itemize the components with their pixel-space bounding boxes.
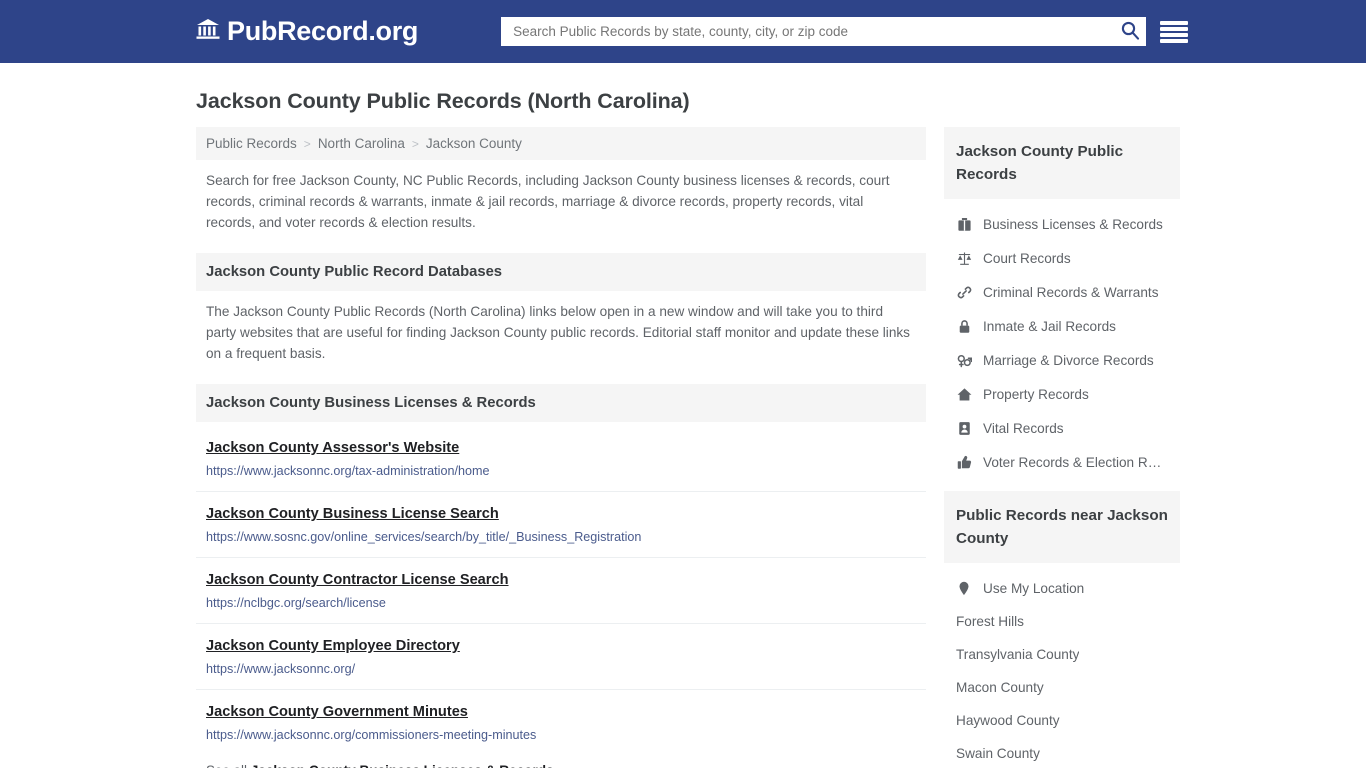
site-header: PubRecord.org bbox=[0, 0, 1366, 63]
sidebar-item-label: Macon County bbox=[956, 680, 1044, 695]
records-links-list: Business Licenses & Records Court Record… bbox=[944, 199, 1180, 479]
sidebar-item-business-licenses[interactable]: Business Licenses & Records bbox=[944, 207, 1180, 241]
sidebar-item-label: Court Records bbox=[983, 250, 1071, 266]
balance-scale-icon bbox=[956, 250, 972, 266]
sidebar-item-criminal-records[interactable]: Criminal Records & Warrants bbox=[944, 275, 1180, 309]
link-url[interactable]: https://www.jacksonnc.org/commissioners-… bbox=[206, 727, 916, 743]
search-input[interactable] bbox=[511, 17, 1121, 46]
hamburger-menu-icon[interactable] bbox=[1160, 20, 1189, 43]
breadcrumb: Public Records > North Carolina > Jackso… bbox=[196, 127, 926, 160]
search-box[interactable] bbox=[501, 17, 1147, 46]
map-pin-icon bbox=[956, 580, 972, 596]
sidebar-item-swain-county[interactable]: Swain County bbox=[944, 737, 1180, 768]
sidebar-item-label: Transylvania County bbox=[956, 647, 1080, 662]
see-all-prefix: See all bbox=[206, 763, 247, 768]
link-title[interactable]: Jackson County Assessor's Website bbox=[206, 440, 459, 456]
sidebar-item-voter-records[interactable]: Voter Records & Election R… bbox=[944, 445, 1180, 479]
sidebar-item-haywood-county[interactable]: Haywood County bbox=[944, 704, 1180, 737]
see-all-row: See all Jackson County Business Licenses… bbox=[196, 755, 926, 768]
sidebar-item-vital-records[interactable]: Vital Records bbox=[944, 411, 1180, 445]
link-title[interactable]: Jackson County Business License Search bbox=[206, 506, 499, 522]
intro-paragraph: Search for free Jackson County, NC Publi… bbox=[206, 173, 890, 230]
sidebar: Jackson County Public Records Business L… bbox=[944, 127, 1180, 768]
sidebar-item-marriage-divorce-records[interactable]: Marriage & Divorce Records bbox=[944, 343, 1180, 377]
sidebar-item-label: Marriage & Divorce Records bbox=[983, 352, 1154, 368]
briefcase-icon bbox=[956, 216, 972, 232]
breadcrumb-item-north-carolina[interactable]: North Carolina bbox=[318, 136, 405, 151]
site-logo-text: PubRecord.org bbox=[227, 16, 419, 46]
breadcrumb-separator: > bbox=[303, 136, 311, 151]
content-columns: Public Records > North Carolina > Jackso… bbox=[196, 127, 1180, 768]
sidebar-item-label: Criminal Records & Warrants bbox=[983, 284, 1159, 300]
sidebar-item-transylvania-county[interactable]: Transylvania County bbox=[944, 638, 1180, 671]
link-url[interactable]: https://www.jacksonnc.org/tax-administra… bbox=[206, 463, 916, 479]
sidebar-item-court-records[interactable]: Court Records bbox=[944, 241, 1180, 275]
search-button[interactable] bbox=[1120, 20, 1140, 43]
panel-title: Jackson County Public Records bbox=[944, 127, 1180, 199]
sidebar-item-macon-county[interactable]: Macon County bbox=[944, 671, 1180, 704]
thumbs-up-icon bbox=[956, 454, 972, 470]
panel-title: Public Records near Jackson County bbox=[944, 491, 1180, 563]
link-title[interactable]: Jackson County Employee Directory bbox=[206, 638, 460, 654]
chain-link-icon bbox=[956, 284, 972, 300]
link-url[interactable]: https://nclbgc.org/search/license bbox=[206, 595, 916, 611]
link-url[interactable]: https://www.jacksonnc.org/ bbox=[206, 661, 916, 677]
nearby-links-list: Use My Location Forest Hills Transylvani… bbox=[944, 563, 1180, 768]
sidebar-item-inmate-jail-records[interactable]: Inmate & Jail Records bbox=[944, 309, 1180, 343]
sidebar-item-label: Inmate & Jail Records bbox=[983, 318, 1116, 334]
breadcrumb-separator: > bbox=[411, 136, 419, 151]
list-item[interactable]: Jackson County Business License Search h… bbox=[196, 492, 926, 558]
sidebar-item-label: Swain County bbox=[956, 746, 1040, 761]
venus-mars-icon bbox=[956, 352, 972, 368]
sidebar-item-label: Property Records bbox=[983, 386, 1089, 402]
sidebar-item-use-my-location[interactable]: Use My Location bbox=[944, 571, 1180, 605]
site-logo[interactable]: PubRecord.org bbox=[196, 16, 418, 47]
sidebar-item-forest-hills[interactable]: Forest Hills bbox=[944, 605, 1180, 638]
id-card-icon bbox=[956, 420, 972, 436]
databases-description: The Jackson County Public Records (North… bbox=[206, 304, 910, 361]
sidebar-item-label: Forest Hills bbox=[956, 614, 1024, 629]
header-search-area bbox=[501, 17, 1189, 46]
see-all-link[interactable]: Jackson County Business Licenses & Recor… bbox=[251, 763, 554, 768]
link-title[interactable]: Jackson County Government Minutes bbox=[206, 704, 468, 720]
list-item[interactable]: Jackson County Assessor's Website https:… bbox=[196, 426, 926, 492]
section-header-databases: Jackson County Public Record Databases bbox=[196, 253, 926, 291]
search-icon bbox=[1120, 20, 1140, 43]
list-item[interactable]: Jackson County Government Minutes https:… bbox=[196, 690, 926, 755]
list-item[interactable]: Jackson County Employee Directory https:… bbox=[196, 624, 926, 690]
sidebar-item-label: Vital Records bbox=[983, 420, 1064, 436]
sidebar-item-label: Haywood County bbox=[956, 713, 1060, 728]
business-links-list: Jackson County Assessor's Website https:… bbox=[196, 426, 926, 768]
page-container: Jackson County Public Records (North Car… bbox=[0, 89, 1366, 768]
section-header-business-licenses: Jackson County Business Licenses & Recor… bbox=[196, 384, 926, 422]
sidebar-item-label: Use My Location bbox=[983, 580, 1085, 596]
panel-jackson-county-public-records: Jackson County Public Records Business L… bbox=[944, 127, 1180, 479]
panel-public-records-near: Public Records near Jackson County Use M… bbox=[944, 491, 1180, 768]
link-title[interactable]: Jackson County Contractor License Search bbox=[206, 572, 509, 588]
link-url[interactable]: https://www.sosnc.gov/online_services/se… bbox=[206, 529, 916, 545]
breadcrumb-item-jackson-county[interactable]: Jackson County bbox=[426, 136, 522, 151]
home-icon bbox=[956, 386, 972, 402]
list-item[interactable]: Jackson County Contractor License Search… bbox=[196, 558, 926, 624]
sidebar-item-label: Voter Records & Election R… bbox=[983, 454, 1162, 470]
sidebar-item-label: Business Licenses & Records bbox=[983, 216, 1163, 232]
page-title: Jackson County Public Records (North Car… bbox=[196, 89, 690, 113]
breadcrumb-item-public-records[interactable]: Public Records bbox=[206, 136, 297, 151]
bank-icon bbox=[196, 16, 220, 47]
main-content: Public Records > North Carolina > Jackso… bbox=[196, 127, 926, 768]
sidebar-item-property-records[interactable]: Property Records bbox=[944, 377, 1180, 411]
lock-icon bbox=[956, 318, 972, 334]
